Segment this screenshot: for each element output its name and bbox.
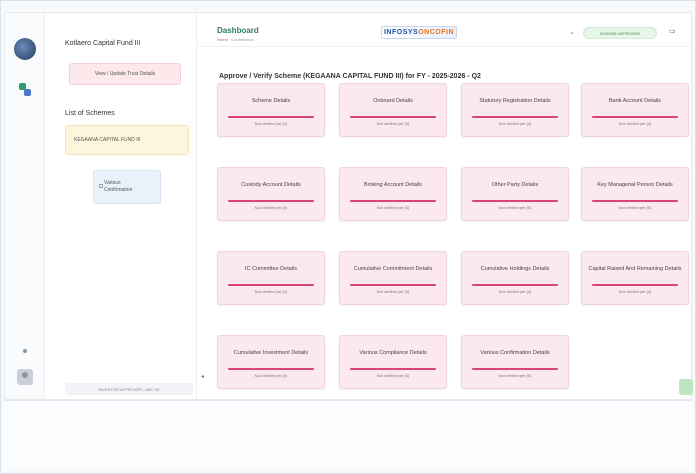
card-underline — [592, 116, 678, 118]
detail-card[interactable]: Key Managerial Person Details Not verifie… — [581, 167, 689, 221]
card-status: Not verified yet (0) — [376, 289, 410, 294]
switch-icon[interactable] — [19, 83, 31, 97]
detail-card[interactable]: Various Confirmation Details Not verified… — [461, 335, 569, 389]
detail-card[interactable]: Cumulative Holdings Details Not verified … — [461, 251, 569, 305]
card-status: Not verified yet (0) — [498, 373, 532, 378]
detail-card[interactable]: Broking Account Details Not verified yet … — [339, 167, 447, 221]
card-underline — [228, 284, 314, 286]
card-underline — [228, 116, 314, 118]
card-title: Onboard Details — [373, 98, 413, 104]
app-logo-icon[interactable] — [14, 38, 36, 60]
sub-item-various-confirmation[interactable]: Various Confirmation — [93, 170, 161, 204]
checkbox-icon — [99, 184, 103, 188]
card-status: Not verified yet (0) — [498, 289, 532, 294]
card-title: Capital Raised And Remaining Details — [588, 266, 682, 272]
card-underline — [592, 200, 678, 202]
card-title: Various Compliance Details — [359, 350, 427, 356]
detail-card[interactable]: Bank Account Details Not verified yet (0) — [581, 83, 689, 137]
detail-card[interactable]: Capital Raised And Remaining Details Not … — [581, 251, 689, 305]
card-title: Various Confirmation Details — [480, 350, 550, 356]
schemes-heading: List of Schemes — [65, 110, 115, 117]
app-window: Kotlaero Capital Fund III View / Update … — [4, 12, 693, 400]
user-icon[interactable] — [17, 369, 33, 385]
card-underline — [592, 284, 678, 286]
card-title: Key Managerial Person Details — [597, 182, 673, 188]
card-title: IC Committee Details — [245, 266, 297, 272]
card-title: Broking Account Details — [363, 182, 423, 188]
card-status: Not verified yet (0) — [618, 205, 652, 210]
card-underline — [228, 368, 314, 370]
card-status: Not verified yet (0) — [254, 121, 288, 126]
detail-card[interactable]: Custody Account Details Not verified yet … — [217, 167, 325, 221]
card-status: Not verified yet (0) — [618, 289, 652, 294]
card-title: Cumulative Holdings Details — [480, 266, 550, 272]
detail-card[interactable]: Cumulative Investment Details Not verifie… — [217, 335, 325, 389]
role-pill[interactable]: SCHEME APPROVER — [583, 27, 657, 39]
card-title: Cumulative Investment Details — [233, 350, 309, 356]
user-role-footer: INVESTOR APPROVER - ABC XII — [65, 383, 193, 395]
card-underline — [472, 200, 558, 202]
card-title: Bank Account Details — [609, 98, 661, 104]
main-heading: Approve / Verify Scheme (KEGAANA CAPITAL… — [219, 73, 481, 80]
card-underline — [350, 284, 436, 286]
card-underline — [350, 116, 436, 118]
detail-card[interactable]: IC Committee Details Not verified yet (0) — [217, 251, 325, 305]
dot-icon — [23, 349, 27, 353]
card-status: Not verified yet (0) — [498, 121, 532, 126]
sub-item-line2: Confirmation — [104, 187, 133, 193]
collapse-sidebar-icon[interactable]: ◂ — [201, 373, 204, 380]
card-underline — [350, 368, 436, 370]
card-status: Not verified yet (0) — [498, 205, 532, 210]
card-status: Not verified yet (0) — [376, 205, 410, 210]
detail-card[interactable]: Cumulative Commitment Details Not verifie… — [339, 251, 447, 305]
sub-item-line1: Various — [104, 180, 121, 186]
detail-card[interactable]: Onboard Details Not verified yet (0) — [339, 83, 447, 137]
card-underline — [228, 200, 314, 202]
fund-name: Kotlaero Capital Fund III — [65, 40, 141, 47]
icon-rail — [5, 13, 45, 399]
card-status: Not verified yet (0) — [254, 205, 288, 210]
card-title: Other Party Details — [491, 182, 539, 188]
card-underline — [472, 116, 558, 118]
page-title: Dashboard — [217, 26, 259, 35]
chevron-down-icon[interactable]: ⌄ — [569, 28, 575, 36]
breadcrumb: Home · Confirmation — [217, 37, 254, 42]
brand-right: ONCOFIN — [418, 29, 454, 36]
card-status: Not verified yet (0) — [254, 289, 288, 294]
card-underline — [472, 284, 558, 286]
empty-bottom-area — [4, 400, 692, 470]
card-underline — [350, 200, 436, 202]
card-status: Not verified yet (0) — [376, 373, 410, 378]
card-underline — [472, 368, 558, 370]
logout-icon[interactable]: ⇨ — [669, 27, 676, 36]
brand-left: INFOSYS — [383, 29, 419, 36]
detail-card[interactable]: Statutory Registration Details Not verifi… — [461, 83, 569, 137]
scroll-top-button[interactable] — [679, 379, 693, 395]
breadcrumb-home[interactable]: Home — [217, 37, 228, 42]
card-status: Not verified yet (0) — [376, 121, 410, 126]
card-title: Scheme Details — [251, 98, 291, 104]
top-header: Dashboard Home · Confirmation INFOSYS ON… — [197, 13, 693, 47]
card-title: Custody Account Details — [241, 182, 301, 188]
view-trust-details-button[interactable]: View / Update Trust Details — [69, 63, 181, 85]
scheme-item[interactable]: KEGAANA CAPITAL FUND III — [65, 125, 189, 155]
card-title: Cumulative Commitment Details — [353, 266, 433, 272]
card-status: Not verified yet (0) — [618, 121, 652, 126]
card-title: Statutory Registration Details — [479, 98, 551, 104]
detail-card[interactable]: Scheme Details Not verified yet (0) — [217, 83, 325, 137]
detail-card[interactable]: Other Party Details Not verified yet (0) — [461, 167, 569, 221]
brand-logo: INFOSYS ONCOFIN — [381, 26, 457, 39]
scheme-sidebar: Kotlaero Capital Fund III View / Update … — [45, 13, 197, 399]
card-status: Not verified yet (0) — [254, 373, 288, 378]
breadcrumb-current: Confirmation — [231, 37, 254, 42]
detail-card[interactable]: Various Compliance Details Not verified y… — [339, 335, 447, 389]
